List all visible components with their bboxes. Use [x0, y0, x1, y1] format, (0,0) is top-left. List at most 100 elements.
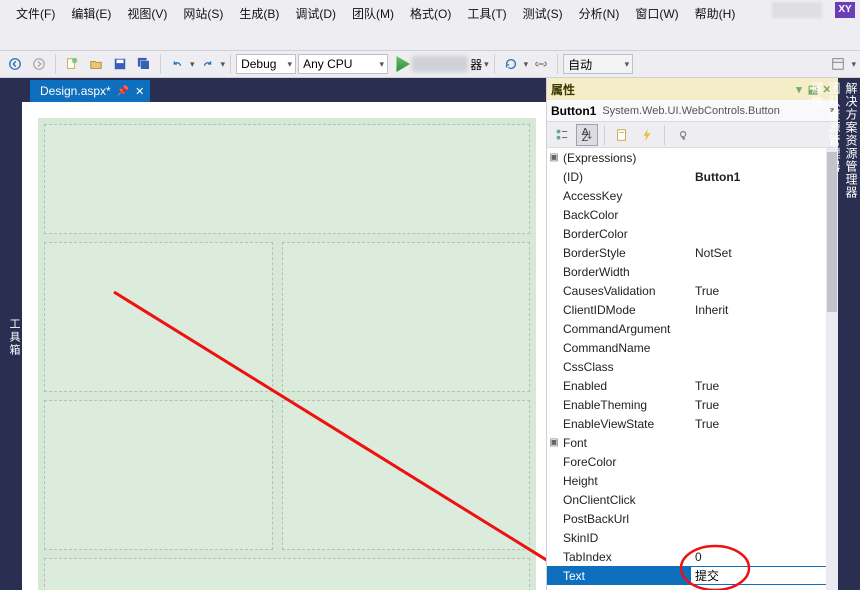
panel-menu-icon[interactable]: ▾ [792, 83, 806, 96]
layout-cell[interactable] [282, 242, 530, 392]
menu-item[interactable]: 工具(T) [459, 2, 514, 26]
property-row[interactable]: BorderColor [547, 224, 826, 243]
property-value[interactable]: Button1 [691, 170, 826, 184]
layout-cell[interactable] [44, 242, 273, 392]
collapsed-tab[interactable]: 解决方案资源管理器 [843, 82, 860, 580]
design-surface[interactable] [22, 102, 546, 590]
undo-button[interactable] [166, 53, 188, 75]
property-row[interactable]: ClientIDModeInherit [547, 300, 826, 319]
property-value[interactable]: 0 [691, 550, 826, 564]
new-item-button[interactable] [61, 53, 83, 75]
property-value[interactable]: NotSet [691, 246, 826, 260]
property-row[interactable]: TabIndex0 [547, 547, 826, 566]
property-value[interactable]: Inherit [691, 303, 826, 317]
property-name: AccessKey [561, 189, 691, 203]
nav-back-button[interactable] [4, 53, 26, 75]
save-all-button[interactable] [133, 53, 155, 75]
property-row[interactable]: CssClass [547, 357, 826, 376]
document-tab-design[interactable]: Design.aspx* 📌 ✕ [30, 80, 150, 102]
property-name: EnableTheming [561, 398, 691, 412]
account-badge[interactable]: XY [835, 2, 855, 18]
property-row[interactable]: EnableThemingTrue [547, 395, 826, 414]
menu-item[interactable]: 文件(F) [8, 2, 63, 26]
menu-item[interactable]: 分析(N) [571, 2, 628, 26]
layout-cell[interactable] [44, 400, 273, 550]
close-icon[interactable]: ✕ [135, 85, 144, 98]
pin-icon[interactable]: 📌 [117, 86, 129, 97]
menu-item[interactable]: 视图(V) [119, 2, 175, 26]
property-row[interactable]: Height [547, 471, 826, 490]
property-name: (ID) [561, 170, 691, 184]
property-name: CausesValidation [561, 284, 691, 298]
property-name: ClientIDMode [561, 303, 691, 317]
menu-item[interactable]: 调试(D) [287, 2, 344, 26]
property-name: CommandArgument [561, 322, 691, 336]
redo-button[interactable] [197, 53, 219, 75]
toolbox-tab[interactable]: 工具箱 [0, 78, 22, 590]
categorized-button[interactable] [551, 124, 573, 146]
layout-cell[interactable] [44, 558, 530, 590]
layout-cell[interactable] [44, 124, 530, 234]
property-row[interactable]: OnClientClick [547, 490, 826, 509]
refresh-button[interactable] [500, 53, 522, 75]
start-debug-button[interactable] [394, 56, 410, 72]
property-row[interactable]: SkinID [547, 528, 826, 547]
layout-cell[interactable] [282, 400, 530, 550]
document-tabs: Design.aspx* 📌 ✕ [22, 78, 546, 102]
property-row[interactable]: BackColor [547, 205, 826, 224]
design-body[interactable] [38, 118, 536, 590]
menu-item[interactable]: 生成(B) [231, 2, 287, 26]
property-name: Font [561, 436, 691, 450]
property-row[interactable]: EnableViewStateTrue [547, 414, 826, 433]
events-button[interactable] [636, 124, 658, 146]
menu-item[interactable]: 编辑(E) [63, 2, 119, 26]
browser-select[interactable] [412, 56, 468, 72]
property-row[interactable]: EnabledTrue [547, 376, 826, 395]
open-button[interactable] [85, 53, 107, 75]
property-value[interactable]: True [691, 417, 826, 431]
properties-grid[interactable]: ▣(Expressions)(ID)Button1AccessKeyBackCo… [547, 148, 838, 590]
menu-item[interactable]: 窗口(W) [627, 2, 686, 26]
layout-button[interactable] [827, 53, 849, 75]
property-row[interactable]: CausesValidationTrue [547, 281, 826, 300]
expand-icon[interactable]: ▣ [547, 152, 561, 163]
platform-dropdown[interactable]: Any CPU [298, 54, 388, 74]
main-toolbar: ▾ ▾ Debug Any CPU 器 ▾ ▾ 自动 ▾ [0, 50, 860, 78]
properties-title-bar: 属性 ▾ ⬓ ✕ [547, 78, 838, 100]
property-value[interactable]: True [691, 379, 826, 393]
property-row[interactable]: ForeColor [547, 452, 826, 471]
browser-suffix: 器 [470, 56, 482, 73]
config-dropdown[interactable]: Debug [236, 54, 296, 74]
right-collapsed-tabs: 解决方案资源管理器团队资源管理器属性 [838, 78, 860, 590]
menu-item[interactable]: 网站(S) [175, 2, 231, 26]
property-row[interactable]: BorderWidth [547, 262, 826, 281]
property-row[interactable]: CommandArgument [547, 319, 826, 338]
properties-page-button[interactable] [611, 124, 633, 146]
property-value[interactable]: True [691, 398, 826, 412]
auto-dropdown[interactable]: 自动 [563, 54, 633, 74]
link-button[interactable] [530, 53, 552, 75]
property-row[interactable]: AccessKey [547, 186, 826, 205]
property-row[interactable]: ▣Font [547, 433, 826, 452]
property-value[interactable]: 提交 [691, 567, 826, 584]
menu-item[interactable]: 格式(O) [402, 2, 459, 26]
property-name: BorderStyle [561, 246, 691, 260]
menu-bar: 文件(F)编辑(E)视图(V)网站(S)生成(B)调试(D)团队(M)格式(O)… [0, 0, 860, 50]
property-pages-button[interactable] [671, 124, 693, 146]
property-row[interactable]: BorderStyleNotSet [547, 243, 826, 262]
property-row[interactable]: ▣(Expressions) [547, 148, 826, 167]
menu-item[interactable]: 团队(M) [344, 2, 402, 26]
nav-fwd-button[interactable] [28, 53, 50, 75]
properties-object-selector[interactable]: Button1 System.Web.UI.WebControls.Button… [547, 100, 838, 122]
properties-scrollbar[interactable] [826, 148, 838, 590]
property-row[interactable]: Text提交 [547, 566, 826, 585]
property-row[interactable]: PostBackUrl [547, 509, 826, 528]
save-button[interactable] [109, 53, 131, 75]
property-value[interactable]: True [691, 284, 826, 298]
menu-item[interactable]: 帮助(H) [687, 2, 744, 26]
expand-icon[interactable]: ▣ [547, 437, 561, 448]
alphabetical-button[interactable]: AZ [576, 124, 598, 146]
property-row[interactable]: (ID)Button1 [547, 167, 826, 186]
property-row[interactable]: CommandName [547, 338, 826, 357]
menu-item[interactable]: 测试(S) [515, 2, 571, 26]
